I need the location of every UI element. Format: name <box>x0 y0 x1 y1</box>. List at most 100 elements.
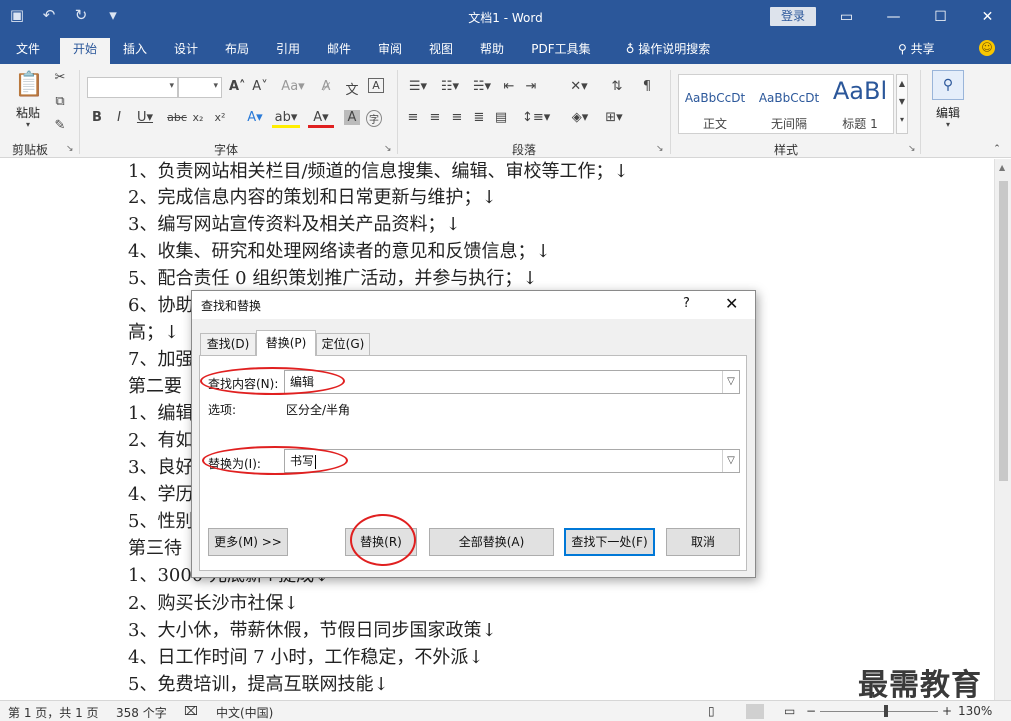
clipboard-launcher-icon[interactable]: ↘ <box>66 144 74 154</box>
paste-label[interactable]: 粘贴 <box>10 104 46 121</box>
styles-scroll-icon[interactable]: ▲ ▼ ▾ <box>896 74 908 134</box>
web-layout-icon[interactable]: ▭ <box>784 704 795 718</box>
undo-icon[interactable]: ↶ <box>40 6 58 24</box>
font-name-combo[interactable]: ▾ <box>87 77 178 98</box>
decrease-indent-icon[interactable]: ⇤ <box>500 79 518 94</box>
ribbon-display-options-icon[interactable]: ▭ <box>823 0 870 34</box>
sort-icon[interactable]: ⇅ <box>608 79 626 94</box>
tell-me-search[interactable]: ♁ 操作说明搜索 <box>612 40 724 64</box>
close-icon[interactable]: ✕ <box>725 294 738 313</box>
tab-pdf-tools[interactable]: PDF工具集 <box>526 40 596 64</box>
redo-icon[interactable]: ↻ <box>72 6 90 24</box>
replace-input[interactable]: 书写 ▽ <box>284 449 740 473</box>
phonetic-guide-icon[interactable]: 文 <box>344 79 360 98</box>
styles-launcher-icon[interactable]: ↘ <box>908 144 916 154</box>
find-input[interactable]: 编辑 ▽ <box>284 370 740 394</box>
tab-replace[interactable]: 替换(P) <box>256 330 316 356</box>
justify-icon[interactable]: ≣ <box>470 110 488 125</box>
align-left-icon[interactable]: ≡ <box>404 110 422 125</box>
paste-icon[interactable]: 📋 <box>14 70 44 98</box>
clear-formatting-icon[interactable]: A̷ <box>318 79 334 94</box>
help-icon[interactable]: ? <box>683 296 690 311</box>
scrollbar-thumb[interactable] <box>999 181 1008 481</box>
align-center-icon[interactable]: ≡ <box>426 110 444 125</box>
character-shading-icon[interactable]: A <box>344 110 360 125</box>
tab-references[interactable]: 引用 <box>268 40 308 64</box>
chinese-layout-icon[interactable]: ✕▾ <box>564 79 594 94</box>
tab-find[interactable]: 查找(D) <box>200 333 256 355</box>
collapse-ribbon-icon[interactable]: ⌃ <box>990 144 1004 154</box>
find-next-button[interactable]: 查找下一处(F) <box>564 528 655 556</box>
font-color-icon[interactable]: A▾ <box>308 110 334 128</box>
customize-qat-icon[interactable]: ▾ <box>104 6 122 24</box>
tab-layout[interactable]: 布局 <box>217 40 257 64</box>
save-icon[interactable]: ▣ <box>8 6 26 24</box>
chevron-down-icon[interactable]: ▽ <box>722 450 739 472</box>
share-button[interactable]: ⚲ 共享 <box>898 40 935 57</box>
format-painter-icon[interactable]: ✎ <box>52 118 68 133</box>
change-case-icon[interactable]: Aa▾ <box>280 79 306 94</box>
print-layout-icon[interactable] <box>746 704 764 719</box>
style-item-heading-1[interactable]: AaBl 标题 1 <box>827 75 893 133</box>
cut-icon[interactable]: ✂ <box>52 70 68 85</box>
copy-icon[interactable]: ⧉ <box>52 94 68 109</box>
read-mode-icon[interactable]: ▯ <box>708 704 715 718</box>
tab-goto[interactable]: 定位(G) <box>316 333 370 355</box>
tab-design[interactable]: 设计 <box>166 40 206 64</box>
editing-dropdown-icon[interactable]: ▾ <box>942 120 954 129</box>
more-button[interactable]: 更多(M) >> <box>208 528 288 556</box>
tab-mailings[interactable]: 邮件 <box>319 40 359 64</box>
paste-dropdown-icon[interactable]: ▾ <box>22 120 34 129</box>
tab-home[interactable]: 开始 <box>60 38 110 64</box>
language-indicator[interactable]: 中文(中国) <box>216 704 273 721</box>
show-paragraph-marks-icon[interactable]: ¶ <box>638 79 656 94</box>
chevron-down-icon[interactable]: ▽ <box>722 371 739 393</box>
cancel-button[interactable]: 取消 <box>666 528 740 556</box>
maximize-icon[interactable]: ☐ <box>917 0 964 34</box>
minimize-icon[interactable]: — <box>870 0 917 34</box>
zoom-in-icon[interactable]: + <box>942 704 952 718</box>
italic-icon[interactable]: I <box>112 110 126 125</box>
feedback-smiley-icon[interactable]: ☺ <box>979 40 995 56</box>
line-spacing-icon[interactable]: ↕≡▾ <box>522 110 550 125</box>
close-window-icon[interactable]: ✕ <box>964 0 1011 34</box>
borders-icon[interactable]: ⊞▾ <box>600 110 628 125</box>
zoom-out-icon[interactable]: − <box>806 704 816 718</box>
font-launcher-icon[interactable]: ↘ <box>384 144 392 154</box>
zoom-level[interactable]: 130% <box>958 704 992 718</box>
tab-view[interactable]: 视图 <box>421 40 461 64</box>
page-count[interactable]: 第 1 页，共 1 页 <box>8 704 99 721</box>
text-effects-icon[interactable]: A▾ <box>242 110 268 125</box>
style-item-no-spacing[interactable]: AaBbCcDt 无间隔 <box>753 75 825 133</box>
zoom-slider-thumb[interactable] <box>884 705 888 717</box>
tab-review[interactable]: 审阅 <box>370 40 410 64</box>
word-count[interactable]: 358 个字 <box>116 704 167 721</box>
font-size-combo[interactable]: ▾ <box>178 77 222 98</box>
paragraph-launcher-icon[interactable]: ↘ <box>656 144 664 154</box>
shrink-font-icon[interactable]: A˅ <box>252 79 268 94</box>
underline-icon[interactable]: U▾ <box>134 110 156 125</box>
scroll-up-icon[interactable]: ▲ <box>999 163 1005 172</box>
zoom-slider-track[interactable] <box>820 711 938 712</box>
enclose-character-icon[interactable]: A <box>368 78 384 93</box>
strikethrough-icon[interactable]: abc <box>166 111 188 124</box>
replace-button[interactable]: 替换(R) <box>345 528 417 556</box>
multilevel-list-icon[interactable]: ☵▾ <box>468 79 496 94</box>
vertical-scrollbar[interactable]: ▲ <box>994 159 1011 700</box>
bold-icon[interactable]: B <box>90 110 104 125</box>
align-right-icon[interactable]: ≡ <box>448 110 466 125</box>
subscript-icon[interactable]: x₂ <box>190 111 206 124</box>
bullets-icon[interactable]: ☰▾ <box>404 79 432 94</box>
distributed-icon[interactable]: ▤ <box>492 110 510 125</box>
tab-file[interactable]: 文件 <box>8 40 48 64</box>
enclosed-character-icon[interactable]: 字 <box>366 110 382 127</box>
superscript-icon[interactable]: x² <box>212 111 228 124</box>
shading-icon[interactable]: ◈▾ <box>566 110 594 125</box>
editing-label[interactable]: 编辑 <box>926 104 970 121</box>
proofing-icon[interactable]: ⌧ <box>184 704 198 718</box>
style-item-normal[interactable]: AaBbCcDt 正文 <box>679 75 751 133</box>
highlight-color-icon[interactable]: ab▾ <box>272 110 300 128</box>
tab-insert[interactable]: 插入 <box>115 40 155 64</box>
numbering-icon[interactable]: ☷▾ <box>436 79 464 94</box>
replace-all-button[interactable]: 全部替换(A) <box>429 528 554 556</box>
